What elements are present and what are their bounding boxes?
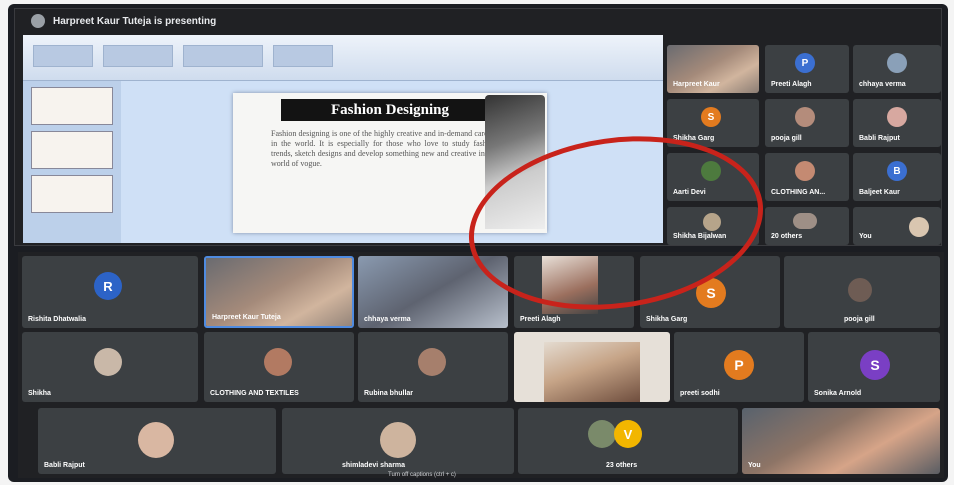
avatar xyxy=(887,107,907,127)
presenting-banner: Harpreet Kaur Tuteja is presenting xyxy=(15,9,941,33)
participant-tile[interactable]: pooja gill xyxy=(765,99,849,147)
others-group-avatar xyxy=(793,213,817,229)
participant-name: Babli Rajput xyxy=(859,135,900,142)
participant-name: Baljeet Kaur xyxy=(859,189,900,196)
participant-name: CLOTHING AND TEXTILES xyxy=(210,390,299,397)
presenter-banner-text: Harpreet Kaur Tuteja is presenting xyxy=(53,15,217,27)
participant-tile[interactable] xyxy=(514,332,670,402)
participant-name: chhaya verma xyxy=(859,81,906,88)
participant-tile[interactable]: V 23 others xyxy=(518,408,738,474)
participant-tile[interactable]: Shikha xyxy=(22,332,198,402)
participant-name: CLOTHING AN... xyxy=(771,189,826,196)
participant-name: Preeti Alagh xyxy=(771,81,812,88)
participant-tile[interactable]: chhaya verma xyxy=(853,45,941,93)
avatar: R xyxy=(94,272,122,300)
participant-name: Preeti Alagh xyxy=(520,316,561,323)
participant-tile[interactable]: You xyxy=(853,207,941,245)
participant-tile[interactable]: Harpreet Kaur xyxy=(667,45,759,93)
avatar xyxy=(138,422,174,458)
avatar xyxy=(848,278,872,302)
participant-name: shimladevi sharma xyxy=(342,462,406,469)
participant-name: You xyxy=(748,462,761,469)
participant-tile[interactable]: pooja gill xyxy=(784,256,940,328)
participant-name: preeti sodhi xyxy=(680,390,720,397)
participant-tile[interactable]: P preeti sodhi xyxy=(674,332,804,402)
avatar: B xyxy=(887,161,907,181)
participant-tile[interactable]: You xyxy=(742,408,940,474)
avatar: S xyxy=(860,350,890,380)
participant-tile[interactable]: Rubina bhullar xyxy=(358,332,508,402)
participant-name: Babli Rajput xyxy=(44,462,85,469)
group-photo-avatar xyxy=(588,420,616,448)
participant-tile[interactable]: shimladevi sharma xyxy=(282,408,514,474)
participant-name: pooja gill xyxy=(844,316,875,323)
participants-grid: R Rishita Dhatwalia Harpreet Kaur Tuteja… xyxy=(18,252,944,478)
avatar xyxy=(795,161,815,181)
participant-tile[interactable]: Babli Rajput xyxy=(38,408,276,474)
participant-name: Shikha xyxy=(28,390,51,397)
participant-name: Rubina bhullar xyxy=(364,390,413,397)
avatar xyxy=(264,348,292,376)
participant-tile[interactable]: R Rishita Dhatwalia xyxy=(22,256,198,328)
ribbon-toolbar[interactable] xyxy=(23,35,663,81)
participant-tile[interactable]: P Preeti Alagh xyxy=(765,45,849,93)
slide-body-text: Fashion designing is one of the highly c… xyxy=(271,129,497,168)
participant-name: Harpreet Kaur Tuteja xyxy=(212,314,281,321)
participant-tile[interactable]: S Sonika Arnold xyxy=(808,332,940,402)
avatar: P xyxy=(795,53,815,73)
avatar: V xyxy=(614,420,642,448)
avatar xyxy=(909,217,929,237)
avatar xyxy=(795,107,815,127)
participant-name: pooja gill xyxy=(771,135,802,142)
slide-title: Fashion Designing xyxy=(281,99,499,121)
avatar xyxy=(94,348,122,376)
present-screen-icon xyxy=(31,14,45,28)
avatar xyxy=(418,348,446,376)
participant-tile[interactable]: Babli Rajput xyxy=(853,99,941,147)
avatar: S xyxy=(701,107,721,127)
slide-thumbnails[interactable] xyxy=(23,81,121,243)
participant-name: Shikha Garg xyxy=(646,316,688,323)
participant-tile[interactable]: CLOTHING AN... xyxy=(765,153,849,201)
participant-tile[interactable]: 20 others xyxy=(765,207,849,245)
participant-name: You xyxy=(859,233,872,240)
participant-name: chhaya verma xyxy=(364,316,411,323)
avatar xyxy=(380,422,416,458)
participant-tile[interactable]: Harpreet Kaur Tuteja xyxy=(204,256,354,328)
captions-hint: Turn off captions (ctrl + c) xyxy=(388,472,456,478)
participant-name: 23 others xyxy=(606,462,638,469)
participant-name: 20 others xyxy=(771,233,803,240)
avatar xyxy=(887,53,907,73)
participant-name: Rishita Dhatwalia xyxy=(28,316,86,323)
participant-name: Harpreet Kaur xyxy=(673,81,720,88)
participant-name: Sonika Arnold xyxy=(814,390,862,397)
participant-tile[interactable]: B Baljeet Kaur xyxy=(853,153,941,201)
photo-of-screen: Harpreet Kaur Tuteja is presenting Fashi… xyxy=(8,4,948,482)
participant-tile[interactable]: CLOTHING AND TEXTILES xyxy=(204,332,354,402)
avatar: P xyxy=(724,350,754,380)
